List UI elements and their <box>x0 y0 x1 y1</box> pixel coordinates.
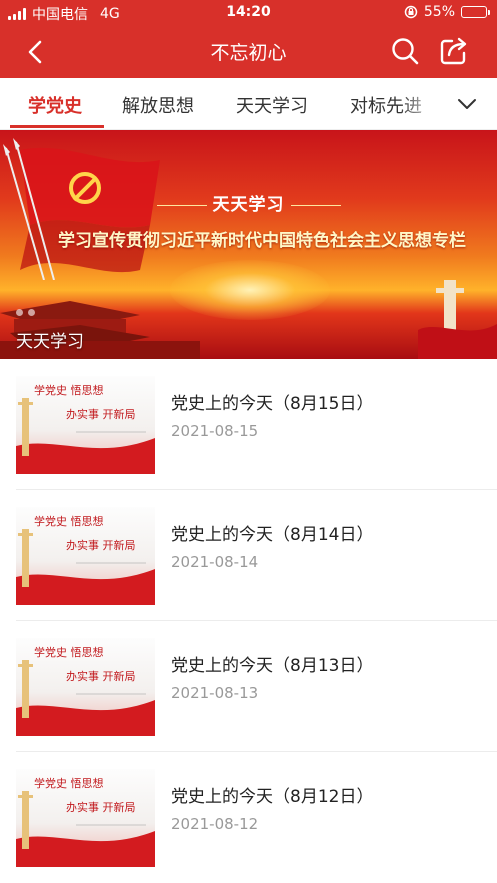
banner-subtitle: 天天学习 <box>0 190 497 215</box>
banner-carousel[interactable]: 天天学习 学习宣传贯彻习近平新时代中国特色社会主义思想专栏 天天学习 <box>0 130 497 359</box>
svg-text:学党史 悟思想: 学党史 悟思想 <box>34 383 104 397</box>
share-icon[interactable] <box>438 35 470 67</box>
svg-text:学党史 悟思想: 学党史 悟思想 <box>34 776 104 790</box>
article-date: 2021-08-12 <box>171 815 259 833</box>
banner-caption: 天天学习 <box>16 332 84 352</box>
tab-dangshi[interactable]: 学党史 <box>28 92 82 118</box>
article-title: 党史上的今天（8月12日） <box>171 787 374 807</box>
svg-text:学党史 悟思想: 学党史 悟思想 <box>34 514 104 528</box>
thumbnail-art: 学党史 悟思想办实事 开新局 <box>16 776 155 867</box>
status-right: 55% <box>404 4 490 20</box>
battery-label: 55% <box>423 4 455 20</box>
list-item[interactable]: 学党史 悟思想办实事 开新局 党史上的今天（8月13日） 2021-08-13 <box>0 621 497 752</box>
list-item[interactable]: 学党史 悟思想办实事 开新局 党史上的今天（8月15日） 2021-08-15 <box>0 359 497 490</box>
chevron-down-icon[interactable] <box>454 92 480 116</box>
article-thumbnail: 学党史 悟思想办实事 开新局 <box>16 507 155 605</box>
category-tabs: 学党史 解放思想 天天学习 对标先进 <box>0 78 497 130</box>
svg-text:办实事 开新局: 办实事 开新局 <box>66 669 136 683</box>
tab-jiefang-sixiang[interactable]: 解放思想 <box>122 92 194 118</box>
rotation-lock-icon <box>404 5 418 19</box>
thumbnail-art: 学党史 悟思想办实事 开新局 <box>16 645 155 736</box>
tabs-fade <box>400 78 450 129</box>
huabiao-pillar-image <box>418 280 497 359</box>
svg-text:办实事 开新局: 办实事 开新局 <box>66 538 136 552</box>
article-title: 党史上的今天（8月13日） <box>171 656 374 676</box>
active-tab-indicator <box>10 125 104 128</box>
battery-icon <box>461 6 490 18</box>
article-date: 2021-08-15 <box>171 422 259 440</box>
status-bar: 中国电信 4G 14:20 55% <box>0 0 497 26</box>
tab-tiantian-xuexi[interactable]: 天天学习 <box>236 92 308 118</box>
article-thumbnail: 学党史 悟思想办实事 开新局 <box>16 769 155 867</box>
banner-headline: 学习宣传贯彻习近平新时代中国特色社会主义思想专栏 <box>58 231 466 251</box>
svg-text:办实事 开新局: 办实事 开新局 <box>66 800 136 814</box>
search-icon[interactable] <box>390 36 420 66</box>
article-title: 党史上的今天（8月14日） <box>171 525 374 545</box>
article-date: 2021-08-13 <box>171 684 259 702</box>
carousel-dots <box>16 309 35 316</box>
svg-text:学党史 悟思想: 学党史 悟思想 <box>34 645 104 659</box>
thumbnail-art: 学党史 悟思想办实事 开新局 <box>16 514 155 605</box>
nav-bar: 不忘初心 <box>0 26 497 78</box>
list-item[interactable]: 学党史 悟思想办实事 开新局 党史上的今天（8月12日） 2021-08-12 <box>0 752 497 883</box>
page-title: 不忘初心 <box>210 42 287 64</box>
thumbnail-art: 学党史 悟思想办实事 开新局 <box>16 383 155 474</box>
article-date: 2021-08-14 <box>171 553 259 571</box>
article-title: 党史上的今天（8月15日） <box>171 394 374 414</box>
article-thumbnail: 学党史 悟思想办实事 开新局 <box>16 376 155 474</box>
article-thumbnail: 学党史 悟思想办实事 开新局 <box>16 638 155 736</box>
list-item[interactable]: 学党史 悟思想办实事 开新局 党史上的今天（8月14日） 2021-08-14 <box>0 490 497 621</box>
svg-text:办实事 开新局: 办实事 开新局 <box>66 407 136 421</box>
